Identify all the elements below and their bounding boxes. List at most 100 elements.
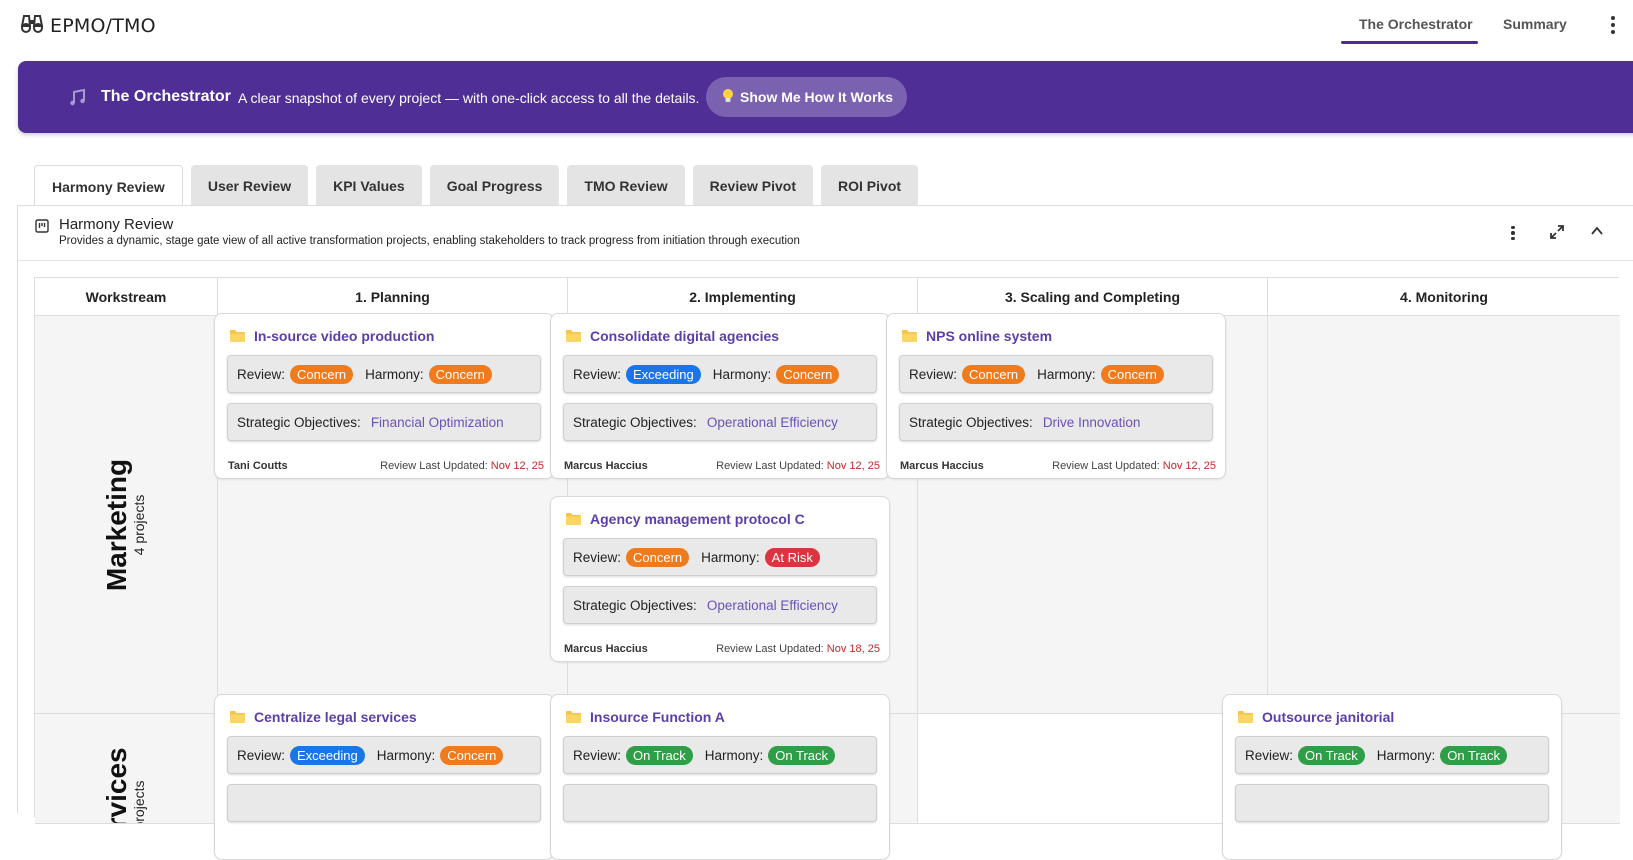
column-header-scaling: 3. Scaling and Completing	[918, 278, 1268, 316]
project-title-link[interactable]: Outsource janitorial	[1237, 709, 1394, 725]
brand[interactable]: EPMO/TMO	[20, 12, 156, 39]
tab-harmony-review[interactable]: Harmony Review	[34, 165, 183, 208]
folder-icon	[901, 329, 918, 343]
project-card[interactable]: Agency management protocol C Review: Conce…	[550, 496, 890, 662]
harmony-label: Harmony:	[1376, 747, 1436, 763]
show-me-how-button[interactable]: Show Me How It Works	[706, 77, 907, 117]
nav-tab-summary[interactable]: Summary	[1503, 16, 1567, 32]
banner-subtitle: A clear snapshot of every project — with…	[238, 90, 700, 106]
project-title-link[interactable]: Centralize legal services	[229, 709, 417, 725]
harmony-status-badge: On Track	[768, 745, 836, 765]
harmony-status-badge: At Risk	[764, 547, 820, 567]
view-tabs: Harmony Review User Review KPI Values Go…	[34, 165, 919, 208]
review-updated-date: Nov 12, 25	[826, 460, 880, 472]
review-status-badge: Exceeding	[626, 364, 701, 384]
harmony-label: Harmony:	[701, 549, 760, 565]
board-cell	[1268, 316, 1620, 714]
harmony-label: Harmony:	[1037, 366, 1096, 382]
review-status-badge: Concern	[962, 364, 1026, 384]
project-title-link[interactable]: Consolidate digital agencies	[565, 328, 779, 344]
app-title: EPMO/TMO	[50, 14, 156, 37]
panel-header: Harmony Review Provides a dynamic, stage…	[18, 206, 1633, 261]
column-header-implementing: 2. Implementing	[568, 278, 918, 316]
column-header-workstream: Workstream	[35, 278, 218, 316]
review-label: Review:	[573, 366, 622, 382]
project-title: Insource Function A	[590, 709, 725, 725]
review-status-badge: Concern	[290, 364, 354, 384]
harmony-status-badge: On Track	[1440, 745, 1508, 765]
tab-roi-pivot[interactable]: ROI Pivot	[821, 165, 919, 206]
harmony-status-badge: Concern	[1100, 364, 1164, 384]
tab-kpi-values[interactable]: KPI Values	[316, 165, 422, 206]
folder-icon	[229, 710, 246, 724]
project-card[interactable]: Insource Function A Review: On Track Harmon…	[550, 694, 890, 860]
tab-tmo-review[interactable]: TMO Review	[567, 165, 685, 206]
lightbulb-icon	[722, 88, 734, 107]
harmony-label: Harmony:	[712, 366, 772, 382]
objectives-row: Strategic Objectives: Drive Innovation	[899, 403, 1213, 441]
column-header-planning: 1. Planning	[218, 278, 568, 316]
project-title-link[interactable]: Agency management protocol C	[565, 511, 805, 527]
objective-value[interactable]: Operational Efficiency	[707, 415, 838, 430]
card-footer: Marcus Haccius Review Last Updated: Nov 1…	[900, 460, 1216, 472]
harmony-label: Harmony:	[704, 747, 764, 763]
project-card[interactable]: Outsource janitorial Review: On Track Harmo…	[1222, 694, 1562, 860]
project-title-link[interactable]: In-source video production	[229, 328, 434, 344]
workstream-count: 4 projects	[131, 494, 147, 556]
project-card[interactable]: NPS online system Review: Concern Harmony: C…	[886, 313, 1226, 479]
project-title: Agency management protocol C	[590, 511, 805, 527]
project-title-link[interactable]: Insource Function A	[565, 709, 725, 725]
review-label: Review:	[573, 549, 622, 565]
project-card[interactable]: In-source video production Review: Concern…	[214, 313, 554, 479]
harmony-label: Harmony:	[376, 747, 436, 763]
objective-value[interactable]: Financial Optimization	[371, 415, 504, 430]
column-header-monitoring: 4. Monitoring	[1268, 278, 1620, 316]
project-title-link[interactable]: NPS online system	[901, 328, 1052, 344]
panel-more-icon[interactable]	[1509, 223, 1517, 243]
project-title: NPS online system	[926, 328, 1053, 344]
objective-value[interactable]: Operational Efficiency	[707, 598, 838, 613]
project-title: Outsource janitorial	[1262, 709, 1395, 725]
tab-user-review[interactable]: User Review	[190, 165, 309, 206]
binoculars-icon	[20, 12, 44, 39]
status-row: Review: Exceeding Harmony: Concern	[563, 355, 877, 393]
folder-icon	[229, 329, 246, 343]
music-notes-icon	[68, 87, 88, 112]
harmony-status-badge: Concern	[440, 745, 504, 765]
kanban-icon	[35, 219, 49, 238]
panel-title: Harmony Review	[59, 216, 174, 233]
expand-icon[interactable]	[1549, 224, 1565, 245]
review-status-badge: On Track	[626, 745, 693, 765]
tab-review-pivot[interactable]: Review Pivot	[692, 165, 814, 206]
objectives-label: Strategic Objectives:	[573, 597, 697, 613]
objectives-row	[227, 784, 541, 822]
project-owner: Tani Coutts	[228, 460, 288, 472]
review-updated: Review Last Updated: Nov 12, 25	[716, 460, 880, 472]
more-menu-icon[interactable]	[1606, 14, 1620, 36]
status-row: Review: Exceeding Harmony: Concern	[227, 736, 541, 774]
project-card[interactable]: Centralize legal services Review: Exceedin…	[214, 694, 554, 860]
panel-description: Provides a dynamic, stage gate view of a…	[59, 235, 800, 247]
workstream-label: Marketing 4 projects	[101, 459, 152, 591]
card-footer: Marcus Haccius Review Last Updated: Nov 1…	[564, 643, 880, 655]
folder-icon	[565, 512, 582, 526]
review-updated-date: Nov 12, 25	[490, 460, 544, 472]
project-card[interactable]: Consolidate digital agencies Review: Excee…	[550, 313, 890, 479]
project-title: Centralize legal services	[254, 709, 417, 725]
workstream-cell: Marketing 4 projects	[35, 316, 218, 714]
review-updated-label: Review Last Updated:	[380, 460, 491, 472]
review-status-badge: On Track	[1298, 745, 1365, 765]
workstream-label: Services projects	[101, 745, 152, 823]
review-label: Review:	[909, 366, 958, 382]
status-row: Review: Concern Harmony: Concern	[899, 355, 1213, 393]
tab-goal-progress[interactable]: Goal Progress	[429, 165, 560, 206]
project-owner: Marcus Haccius	[564, 643, 648, 655]
chevron-up-icon[interactable]	[1590, 224, 1604, 243]
harmony-status-badge: Concern	[776, 364, 840, 384]
harmony-label: Harmony:	[365, 366, 424, 382]
review-label: Review:	[237, 366, 286, 382]
workstream-cell: Services projects	[35, 714, 218, 824]
status-row: Review: On Track Harmony: On Track	[1235, 736, 1549, 774]
nav-tab-orchestrator[interactable]: The Orchestrator	[1359, 16, 1473, 32]
objective-value[interactable]: Drive Innovation	[1043, 415, 1141, 430]
